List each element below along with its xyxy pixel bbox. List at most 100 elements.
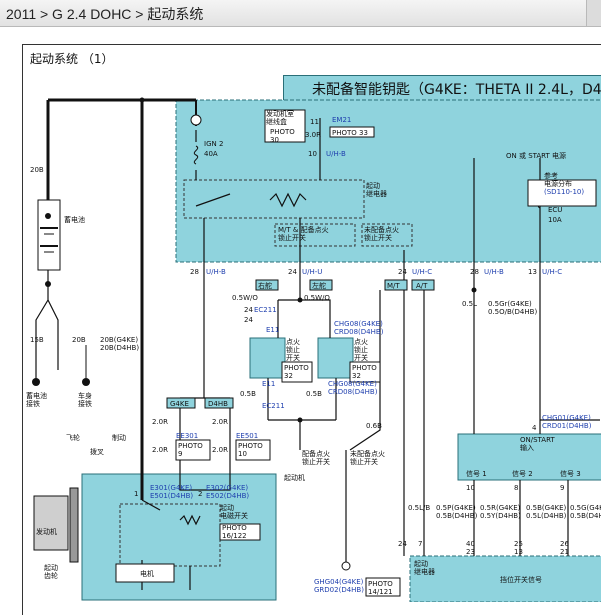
- wire-05bd-label: 0.5B(D4HB): [570, 512, 601, 520]
- flywheel-label: 飞轮: [66, 433, 80, 442]
- pin8-label: 8: [514, 484, 518, 492]
- pin2-label: 2: [198, 490, 202, 498]
- ecu-amp-label: 10A: [548, 216, 562, 224]
- wire-20b-d-label: 20B(D4HB): [100, 344, 139, 352]
- lock-switch-2-label: 点火锁止开关: [354, 338, 368, 362]
- g4ke-tag-label: G4KE: [170, 400, 189, 408]
- rhd-label: 右舵: [258, 281, 272, 290]
- signal2-label: 信号 2: [512, 469, 533, 478]
- pin4-label: 4: [532, 424, 537, 432]
- e501-label: E501(D4HB): [150, 492, 193, 500]
- wire-05r-label: 0.5R(G4KE): [480, 504, 521, 512]
- battery-icon: [37, 199, 61, 287]
- pin24a-label: 24: [288, 268, 297, 276]
- d4hb-tag-label: D4HB: [208, 400, 228, 408]
- pin28-label: 28: [190, 268, 199, 276]
- grd08-label: CRD08(D4HB): [334, 328, 384, 336]
- mt-label: M/T: [387, 282, 400, 290]
- pin24e-label: 24: [398, 540, 407, 548]
- grd02-label: GRD02(D4HB): [314, 586, 364, 594]
- wire-05ob-label: 0.5O/B(D4HB): [488, 308, 537, 316]
- starter-label: 起动机: [284, 473, 305, 482]
- wire-20b2-label: 20B: [72, 336, 86, 344]
- lock-switch-2-box: [317, 337, 354, 379]
- pin28b-label: 28: [470, 268, 479, 276]
- wire-05b-d-label: 0.5B(D4HB): [436, 512, 478, 520]
- lock-switch-1-box: [249, 337, 286, 379]
- fork-label: 拨叉: [90, 447, 104, 456]
- brake-label: 制动: [112, 433, 126, 442]
- wire-05y-label: 0.5Y(D4HB): [480, 512, 521, 520]
- pin10b-label: 10: [466, 484, 475, 492]
- wiring-diagram: 发动机室继线盒 PHOTO 30 EM21 PHOTO 33 11 3.0R 10…: [26, 97, 601, 602]
- uhb2-label: U/H-B: [484, 268, 504, 276]
- lhd-label: 左舵: [312, 281, 326, 290]
- wire-20b-label: 20B: [30, 166, 44, 174]
- pin9-label: 9: [560, 484, 564, 492]
- no-lock-label: 未配备点火锁止开关: [350, 449, 385, 466]
- e302-label: E302(G4KE): [206, 484, 248, 492]
- e11-label: E11: [266, 326, 279, 334]
- lock-switch-1-label: 点火锁止开关: [286, 338, 300, 362]
- ign2-label: IGN 2: [204, 140, 223, 148]
- battery-ground-icon: [32, 378, 40, 386]
- pin13-label: 13: [528, 268, 537, 276]
- wire-20r1-label: 2.0R: [152, 418, 168, 426]
- pin24c-label: 24: [244, 306, 253, 314]
- flywheel-icon: [69, 487, 79, 563]
- uhb1-label: U/H-B: [206, 268, 226, 276]
- pin24b-label: 24: [398, 268, 407, 276]
- pin23-label: 23: [466, 548, 475, 556]
- signal1-label: 信号 1: [466, 469, 487, 478]
- wire-05bg-label: 0.5B(G4KE): [526, 504, 567, 512]
- on-start-label: ON 或 START 电源: [506, 151, 566, 160]
- wire-05g-label: 0.5G(G4KE): [570, 504, 601, 512]
- body-ground-icon: [82, 345, 90, 386]
- pin10-label: 10: [308, 150, 317, 158]
- wire-05b1-label: 0.5B: [240, 390, 256, 398]
- chg08-label: CHG08(G4KE): [334, 320, 383, 328]
- pin13b-label: 13: [514, 548, 523, 556]
- wire-20b-g-label: 20B(G4KE): [100, 336, 138, 344]
- sd110-label: (SD110-10): [544, 188, 584, 196]
- ign2-amp-label: 40A: [204, 150, 218, 158]
- wire-06b-label: 0.6B: [366, 422, 382, 430]
- body-ground-label: 车身接铁: [78, 391, 92, 408]
- e301-label: E301(G4KE): [150, 484, 192, 492]
- photo14-label: PHOTO 14/121: [368, 580, 393, 596]
- u-hb-top-label: U/H-B: [326, 150, 346, 158]
- uhu-label: U/H-U: [302, 268, 322, 276]
- chg01-label: CHG01(G4KE): [542, 414, 591, 422]
- wire-05b2-label: 0.5B: [306, 390, 322, 398]
- wire-30r-label: 3.0R: [305, 131, 321, 139]
- ec211-label: EC211: [254, 306, 277, 314]
- uhc-label: U/H-C: [412, 268, 432, 276]
- photo33-label: PHOTO 33: [332, 129, 368, 137]
- wire-05gr-label: 0.5Gr(G4KE): [488, 300, 532, 308]
- e502-label: E502(D4HB): [206, 492, 249, 500]
- chassis-ground-icon: [341, 561, 351, 571]
- wire-05p-label: 0.5P(G4KE): [436, 504, 476, 512]
- ecu-label: ECU: [548, 206, 562, 214]
- chg08b-label: CHG08(G4KE): [328, 380, 377, 388]
- pin24d-label: 24: [244, 316, 253, 324]
- wire-wo1-label: 0.5W/O: [232, 294, 258, 302]
- pin25-label: 25: [514, 540, 523, 548]
- wire-20r3-label: 2.0R: [152, 446, 168, 454]
- grd01-label: CRD01(D4HB): [542, 422, 592, 430]
- wire-05l-label: 0.5L: [462, 300, 477, 308]
- e11b-label: E11: [262, 380, 275, 388]
- at-label: A/T: [416, 282, 428, 290]
- ghg04-label: GHG04(G4KE): [314, 578, 364, 586]
- photo16-label: PHOTO 16/122: [222, 524, 247, 540]
- pin21-label: 21: [560, 548, 569, 556]
- ec211b-label: EC211: [262, 402, 285, 410]
- pin26-label: 26: [560, 540, 569, 548]
- pin1-label: 1: [134, 490, 138, 498]
- uhc2-label: U/H-C: [542, 268, 562, 276]
- signal3-label: 信号 3: [560, 469, 581, 478]
- with-lock-label: 配备点火锁止开关: [302, 449, 330, 466]
- wire-20r4-label: 2.0R: [212, 446, 228, 454]
- grd08b-label: CRD08(D4HB): [328, 388, 378, 396]
- pin11-label: 11: [310, 118, 319, 126]
